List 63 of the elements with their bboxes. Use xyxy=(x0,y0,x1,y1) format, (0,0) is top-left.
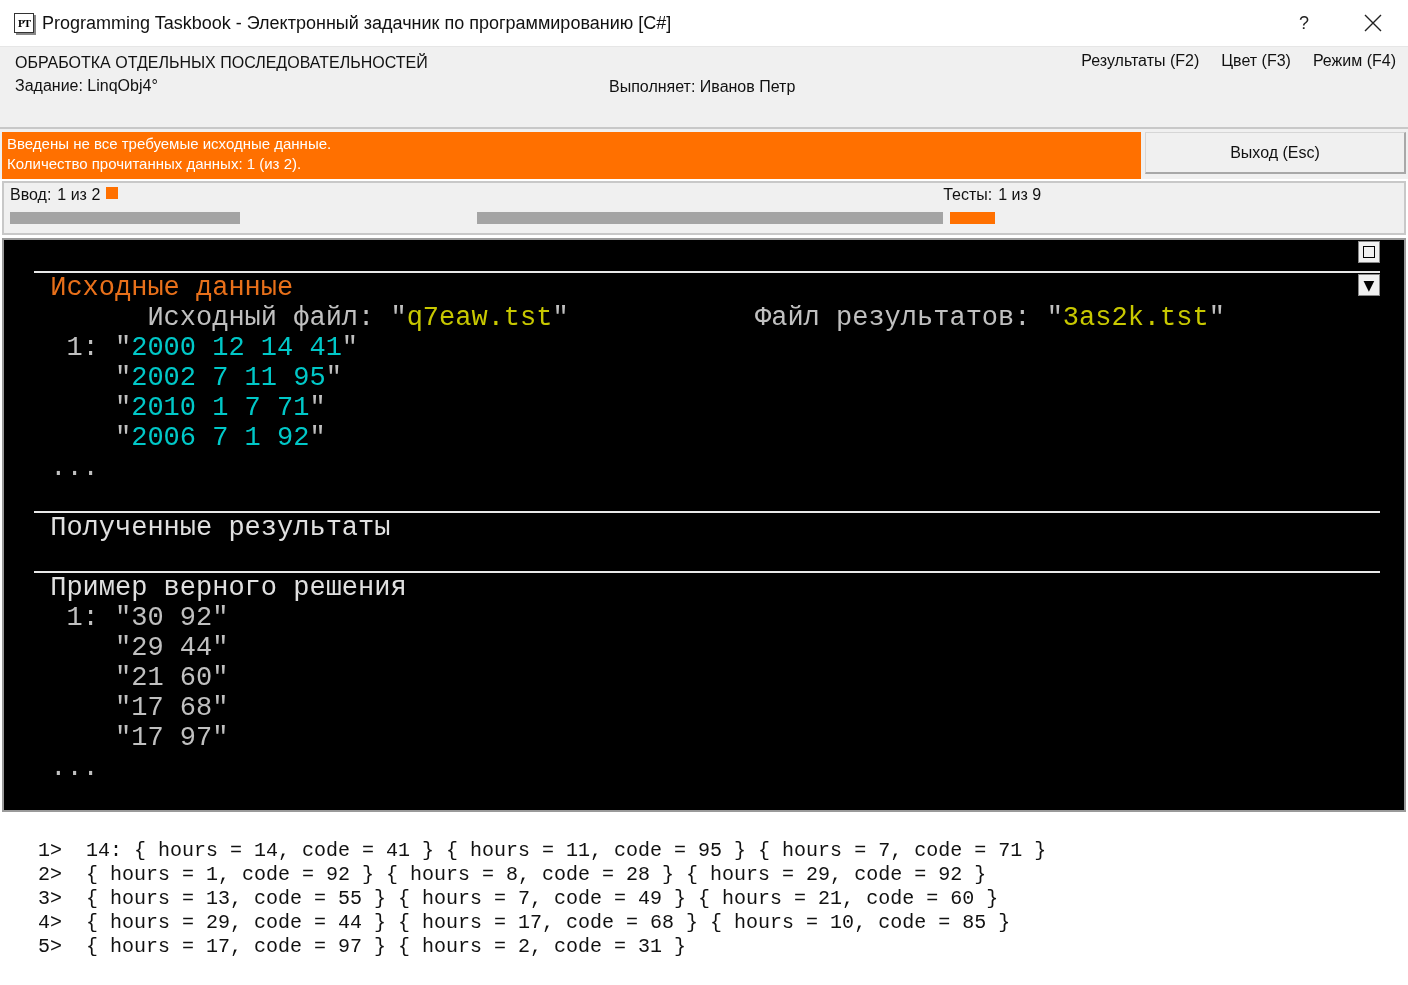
section-heading: Полученные результаты xyxy=(49,513,391,543)
console-text: " xyxy=(1208,303,1225,333)
console-text: " xyxy=(115,423,132,453)
input-count: 1 из 2 xyxy=(57,186,101,204)
status-square-icon xyxy=(106,187,119,199)
performer-label: Выполняет: Иванов Петр xyxy=(609,78,796,95)
tests-count: 1 из 9 xyxy=(998,186,1042,204)
menu-item[interactable]: Цвет (F3) xyxy=(1221,52,1291,127)
section-title: ОБРАБОТКА ОТДЕЛЬНЫХ ПОСЛЕДОВАТЕЛЬНОСТЕЙ xyxy=(15,54,429,72)
console-text: " xyxy=(325,363,342,393)
app-logo: PT xyxy=(14,13,34,33)
console-text: "29 44" xyxy=(115,633,229,663)
console-text: " xyxy=(390,303,407,333)
menu-item[interactable]: Результаты (F2) xyxy=(1081,52,1200,127)
status-message: Количество прочитанных данных: 1 (из 2). xyxy=(7,155,303,173)
tests-label: Тесты: xyxy=(943,186,993,204)
window-title: Programming Taskbook - Электронный задачник по программированию [C#] xyxy=(42,12,673,34)
task-label: Задание: LinqObj4° xyxy=(15,77,159,95)
console-text: " xyxy=(115,363,132,393)
line-prompt: 3> xyxy=(38,887,63,911)
help-button[interactable]: ? xyxy=(1291,12,1317,34)
menu-item[interactable]: Режим (F4) xyxy=(1312,52,1396,127)
section-heading: Исходные данные xyxy=(49,273,294,303)
file-name: q7eaw.tst xyxy=(406,303,553,333)
line-prompt: 5> xyxy=(38,935,63,959)
log-line: { hours = 17, code = 97 } { hours = 2, code = 31 } xyxy=(86,935,687,959)
input-label: Ввод: xyxy=(10,186,52,204)
log-line: { hours = 29, code = 44 } { hours = 17, code = 68 } { hours = 10, code = 85 } xyxy=(86,911,1011,935)
square-icon xyxy=(1363,246,1375,258)
console-text: " xyxy=(341,333,359,363)
data-value: 2002 7 11 95 xyxy=(131,363,326,393)
line-prompt: 1> xyxy=(38,839,63,863)
console-text: " xyxy=(309,393,326,423)
console-text: "17 97" xyxy=(115,723,229,753)
console-text: " xyxy=(1046,303,1063,333)
exit-button[interactable]: Выход (Esc) xyxy=(1145,132,1406,174)
section-heading: Пример верного решения xyxy=(49,573,407,603)
status-message: Введены не все требуемые исходные данные. xyxy=(7,135,333,153)
ellipsis: ... xyxy=(49,753,100,783)
console-text: " xyxy=(309,423,326,453)
console-text: "21 60" xyxy=(115,663,229,693)
console-text: " xyxy=(552,303,569,333)
maximize-button[interactable] xyxy=(1358,241,1380,263)
console-text: Файл результатов: xyxy=(755,303,1032,333)
log-line: 14: { hours = 14, code = 41 } { hours = 11, code = 95 } { hours = 7, code = 71 } xyxy=(86,839,1047,863)
log-line: { hours = 13, code = 55 } { hours = 7, code = 49 } { hours = 21, code = 60 } xyxy=(86,887,999,911)
console-text: " xyxy=(115,393,132,423)
console-text: "17 68" xyxy=(115,693,229,723)
ellipsis: ... xyxy=(49,453,100,483)
line-prompt: 2> xyxy=(38,863,63,887)
data-value: 2006 7 1 92 xyxy=(131,423,310,453)
console-text: "30 92" xyxy=(115,603,229,633)
data-value: 2000 12 14 41 xyxy=(131,333,342,363)
console-text: " xyxy=(115,333,132,363)
row-index: 1: xyxy=(66,603,99,633)
data-value: 2010 1 7 71 xyxy=(131,393,310,423)
row-index: 1: xyxy=(66,333,99,363)
scroll-down-button[interactable]: ▼ xyxy=(1358,274,1380,296)
line-prompt: 4> xyxy=(38,911,63,935)
console-text: Исходный файл: xyxy=(147,303,376,333)
close-icon xyxy=(1364,14,1382,32)
log-line: { hours = 1, code = 92 } { hours = 8, code = 28 } { hours = 29, code = 92 } xyxy=(86,863,987,887)
file-name: 3as2k.tst xyxy=(1062,303,1209,333)
